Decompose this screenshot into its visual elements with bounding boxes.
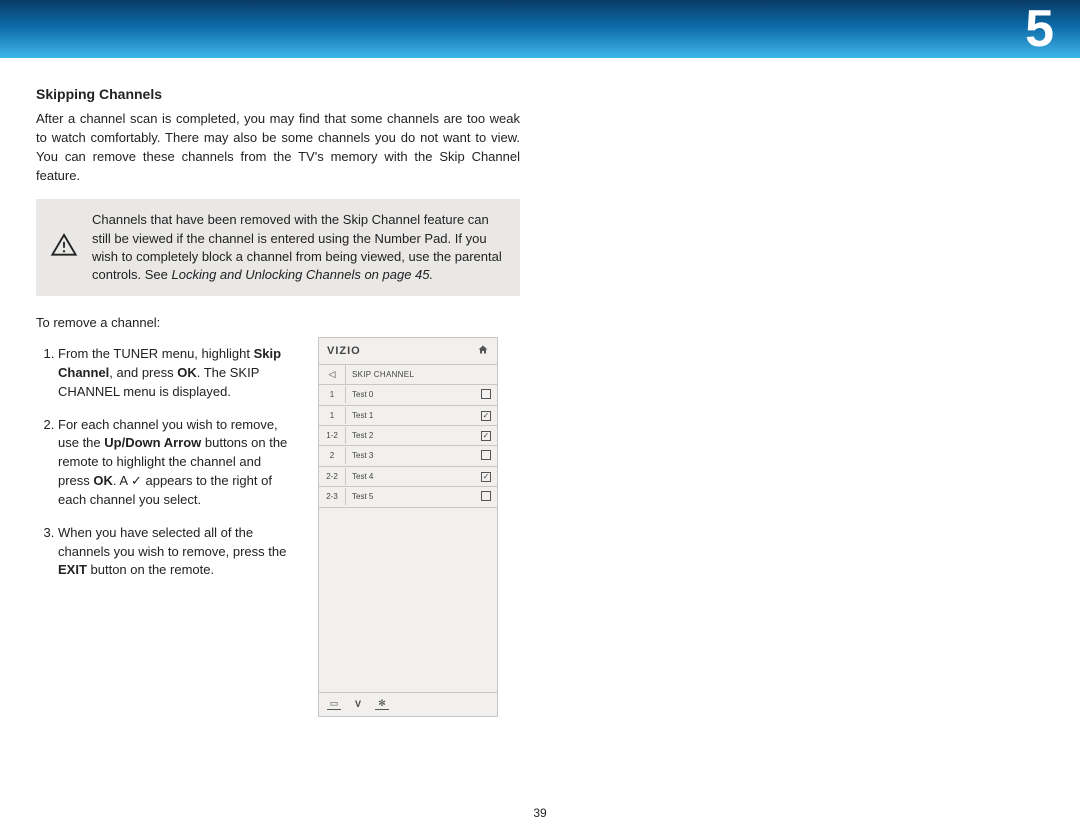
lead-text: To remove a channel:	[36, 314, 520, 333]
mock-header: VIZIO	[319, 338, 497, 365]
channel-label: Test 0	[346, 386, 475, 403]
tv-menu-mockup: VIZIO ◁ SKIP CHANNEL 1Test 01Test 1✓1-2T…	[318, 337, 498, 717]
channel-checkbox	[475, 385, 497, 405]
mock-rows: 1Test 01Test 1✓1-2Test 2✓2Test 32-2Test …	[319, 385, 497, 508]
channel-number: 2-3	[319, 488, 346, 505]
step-item: When you have selected all of the channe…	[58, 524, 296, 581]
mock-subtitle: SKIP CHANNEL	[346, 366, 497, 383]
channel-checkbox: ✓	[475, 467, 497, 486]
intro-paragraph: After a channel scan is completed, you m…	[36, 110, 520, 185]
home-icon	[477, 344, 489, 358]
instructions: From the TUNER menu, highlight Skip Chan…	[36, 337, 296, 717]
warning-notice: Channels that have been removed with the…	[36, 199, 520, 296]
page-number: 39	[0, 806, 1080, 820]
right-column	[560, 86, 1044, 717]
channel-number: 1	[319, 386, 346, 403]
channel-checkbox	[475, 446, 497, 466]
channel-number: 1-2	[319, 427, 346, 444]
channel-number: 2-2	[319, 468, 346, 485]
mock-subtitle-row: ◁ SKIP CHANNEL	[319, 365, 497, 385]
channel-label: Test 2	[346, 427, 475, 444]
steps-list: From the TUNER menu, highlight Skip Chan…	[36, 345, 296, 580]
content-area: Skipping Channels After a channel scan i…	[0, 58, 1080, 717]
gear-icon: ✻	[375, 699, 389, 710]
channel-number: 2	[319, 447, 346, 464]
channel-checkbox	[475, 487, 497, 507]
channel-row: 1-2Test 2✓	[319, 426, 497, 446]
warning-text: Channels that have been removed with the…	[92, 212, 502, 282]
mock-footer: ▭ V ✻	[319, 692, 497, 716]
channel-row: 2Test 3	[319, 446, 497, 467]
chapter-number: 5	[1025, 0, 1054, 58]
step-item: From the TUNER menu, highlight Skip Chan…	[58, 345, 296, 402]
manual-page: 5 Skipping Channels After a channel scan…	[0, 0, 1080, 834]
cc-icon: ▭	[327, 699, 341, 710]
back-icon: ◁	[319, 365, 346, 384]
channel-label: Test 4	[346, 468, 475, 485]
warning-icon	[50, 231, 78, 264]
channel-checkbox: ✓	[475, 406, 497, 425]
channel-row: 2-2Test 4✓	[319, 467, 497, 487]
channel-row: 1Test 0	[319, 385, 497, 406]
channel-label: Test 3	[346, 447, 475, 464]
channel-label: Test 1	[346, 407, 475, 424]
left-column: Skipping Channels After a channel scan i…	[36, 86, 520, 717]
lower-area: From the TUNER menu, highlight Skip Chan…	[36, 337, 520, 717]
channel-checkbox: ✓	[475, 426, 497, 445]
channel-number: 1	[319, 407, 346, 424]
header-bar: 5	[0, 0, 1080, 58]
section-title: Skipping Channels	[36, 86, 520, 102]
brand-logo: VIZIO	[327, 345, 361, 357]
channel-row: 1Test 1✓	[319, 406, 497, 426]
step-item: For each channel you wish to remove, use…	[58, 416, 296, 510]
channel-row: 2-3Test 5	[319, 487, 497, 508]
channel-label: Test 5	[346, 488, 475, 505]
v-icon: V	[351, 699, 365, 709]
cross-reference: Locking and Unlocking Channels on page 4…	[172, 267, 434, 282]
